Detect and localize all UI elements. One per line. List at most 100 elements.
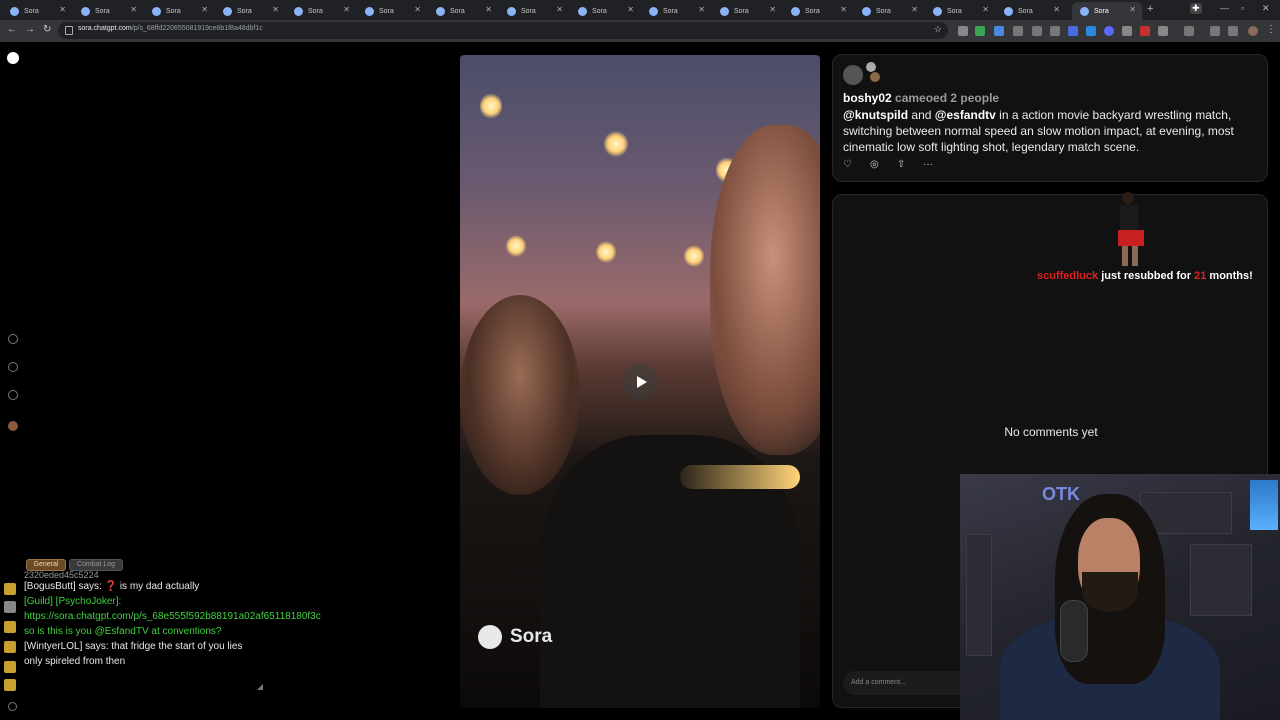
video-player[interactable]: Sora <box>460 55 820 708</box>
close-tab-icon[interactable]: ✕ <box>556 5 563 14</box>
play-button[interactable] <box>622 364 658 400</box>
chat-bubble-icon[interactable] <box>4 621 16 633</box>
chat-down-icon[interactable] <box>4 661 16 673</box>
reload-icon[interactable]: ↻ <box>43 24 51 35</box>
extension-icon[interactable] <box>1104 26 1114 36</box>
extension-plus-icon[interactable]: ✚ <box>1190 3 1202 14</box>
notification-bell-icon[interactable] <box>8 390 18 400</box>
extension-icon[interactable] <box>1068 26 1078 36</box>
close-tab-icon[interactable]: ✕ <box>982 5 989 14</box>
alert-text: just resubbed for <box>1101 270 1192 282</box>
sora-favicon-icon <box>152 6 161 16</box>
chat-log[interactable]: 2320eded45c5224 [BogusButt] says: ❓ is m… <box>0 571 321 693</box>
sora-logo-icon[interactable] <box>7 52 19 64</box>
browser-tab[interactable]: Sora ✕ <box>215 2 285 20</box>
extension-icon[interactable] <box>1122 26 1132 36</box>
bookmark-star-icon[interactable]: ☆ <box>934 24 942 35</box>
chat-tab-combat-log[interactable]: Combat Log <box>69 559 123 571</box>
close-tab-icon[interactable]: ✕ <box>698 5 705 14</box>
cameo-avatar[interactable] <box>869 71 881 83</box>
alert-text: months! <box>1209 270 1253 282</box>
close-tab-icon[interactable]: ✕ <box>272 5 279 14</box>
heart-icon[interactable]: ♡ <box>843 159 852 170</box>
extension-icon[interactable] <box>1140 26 1150 36</box>
more-icon[interactable]: ··· <box>923 159 933 170</box>
tab-title: Sora <box>166 7 181 15</box>
author-name[interactable]: boshy02 <box>843 91 892 105</box>
browser-tab[interactable]: Sora ✕ <box>286 2 356 20</box>
chat-bubble-icon[interactable] <box>4 583 16 595</box>
close-tab-icon[interactable]: ✕ <box>911 5 918 14</box>
close-tab-icon[interactable]: ✕ <box>840 5 847 14</box>
tab-title: Sora <box>379 7 394 15</box>
site-info-icon[interactable] <box>65 26 73 35</box>
forward-icon[interactable]: → <box>25 24 35 35</box>
close-tab-icon[interactable]: ✕ <box>343 5 350 14</box>
browser-tab-active[interactable]: Sora ✕ <box>1072 2 1142 20</box>
mention-link[interactable]: @esfandtv <box>935 108 996 122</box>
extension-icon[interactable] <box>994 26 1004 36</box>
maximize-icon[interactable]: ▫ <box>1241 3 1244 13</box>
browser-tab[interactable]: Sora ✕ <box>357 2 427 20</box>
extension-icon[interactable] <box>958 26 968 36</box>
download-icon[interactable] <box>1210 26 1220 36</box>
extension-icon[interactable] <box>1228 26 1238 36</box>
browser-tab[interactable]: Sora ✕ <box>570 2 640 20</box>
sora-favicon-icon <box>649 6 658 16</box>
browser-tab[interactable]: Sora ✕ <box>499 2 569 20</box>
extensions-puzzle-icon[interactable] <box>1158 26 1168 36</box>
menu-kebab-icon[interactable]: ⋮ <box>1266 24 1276 35</box>
close-tab-icon[interactable]: ✕ <box>201 5 208 14</box>
profile-icon[interactable] <box>8 421 18 431</box>
browser-tab[interactable]: Sora ✕ <box>996 2 1066 20</box>
extension-icon[interactable] <box>1050 26 1060 36</box>
resub-alert: scuffedluck just resubbed for 21 months! <box>1037 270 1253 282</box>
address-bar[interactable]: sora.chatgpt.com/p/s_68ffd220655081919ce… <box>58 22 948 39</box>
close-tab-icon[interactable]: ✕ <box>59 5 66 14</box>
browser-tab[interactable]: Sora ✕ <box>73 2 143 20</box>
alert-character-image <box>1118 192 1144 266</box>
browser-tab[interactable]: Sora ✕ <box>712 2 782 20</box>
side-panel-icon[interactable] <box>1184 26 1194 36</box>
cameo-meta[interactable]: cameoed 2 people <box>895 91 999 105</box>
close-tab-icon[interactable]: ✕ <box>627 5 634 14</box>
browser-tab[interactable]: Sora ✕ <box>428 2 498 20</box>
mention-link[interactable]: @knutspild <box>843 108 908 122</box>
minimize-icon[interactable]: — <box>1220 3 1229 13</box>
settings-icon[interactable] <box>8 702 17 711</box>
chat-up-icon[interactable] <box>4 641 16 653</box>
resize-handle-icon[interactable]: ◢ <box>257 682 263 691</box>
browser-tab[interactable]: Sora ✕ <box>144 2 214 20</box>
extension-icon[interactable] <box>975 26 985 36</box>
post-card: boshy02 cameoed 2 people @knutspild and … <box>832 54 1268 182</box>
speaker-icon[interactable] <box>4 601 16 613</box>
chat-tab-general[interactable]: General <box>26 559 66 571</box>
browser-tab[interactable]: Sora ✕ <box>641 2 711 20</box>
close-window-icon[interactable]: ✕ <box>1262 3 1270 14</box>
browser-tab[interactable]: Sora ✕ <box>854 2 924 20</box>
extension-icon[interactable] <box>1086 26 1096 36</box>
close-tab-icon[interactable]: ✕ <box>769 5 776 14</box>
browser-tab[interactable]: Sora ✕ <box>783 2 853 20</box>
new-tab-icon[interactable]: + <box>1147 3 1153 15</box>
chat-message: [BogusButt] says: ❓ is my dad actually <box>24 581 200 592</box>
extension-icon[interactable] <box>1032 26 1042 36</box>
close-tab-icon[interactable]: ✕ <box>1053 5 1060 14</box>
close-tab-icon[interactable]: ✕ <box>1129 5 1136 14</box>
profile-avatar-icon[interactable] <box>1248 26 1258 36</box>
browser-tab[interactable]: Sora ✕ <box>925 2 995 20</box>
post-author-line: boshy02 cameoed 2 people <box>843 91 999 105</box>
back-icon[interactable]: ← <box>7 24 17 35</box>
extension-icon[interactable] <box>1013 26 1023 36</box>
remix-icon[interactable]: ◎ <box>870 159 879 170</box>
author-avatar[interactable] <box>843 65 863 85</box>
home-icon[interactable] <box>8 334 18 344</box>
close-tab-icon[interactable]: ✕ <box>130 5 137 14</box>
search-icon[interactable] <box>8 362 18 372</box>
tab-title: Sora <box>947 7 962 15</box>
close-tab-icon[interactable]: ✕ <box>485 5 492 14</box>
chat-bottom-icon[interactable] <box>4 679 16 691</box>
close-tab-icon[interactable]: ✕ <box>414 5 421 14</box>
browser-tab[interactable]: Sora ✕ <box>2 2 72 20</box>
share-icon[interactable]: ⇧ <box>897 159 905 170</box>
